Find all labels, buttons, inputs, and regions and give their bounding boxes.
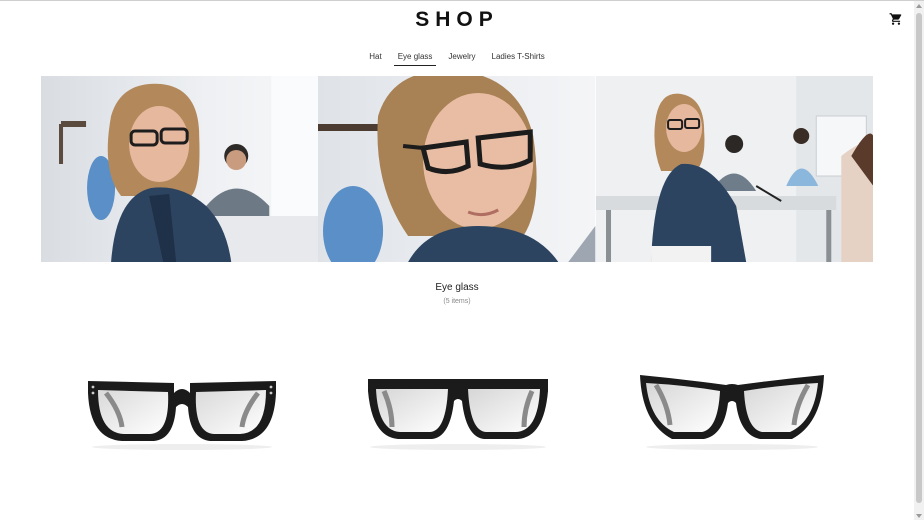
tab-hat[interactable]: Hat (361, 52, 389, 66)
shopping-cart-icon[interactable] (889, 12, 903, 26)
page-scrollbar[interactable] (914, 1, 924, 520)
banner (41, 76, 873, 262)
scroll-up-icon[interactable] (916, 4, 922, 8)
scrollbar-thumb[interactable] (916, 13, 922, 503)
banner-image-office (41, 76, 319, 262)
scroll-down-icon[interactable] (916, 514, 922, 518)
tab-jewelry[interactable]: Jewelry (440, 52, 483, 66)
product-rectangular-glasses-image[interactable] (82, 363, 282, 453)
banner-image-closeup (318, 76, 596, 262)
tab-eye-glass[interactable]: Eye glass (390, 52, 441, 66)
item-count: (5 items) (443, 298, 471, 305)
banner-image-meeting (595, 76, 873, 262)
product-cat-eye-glasses-image[interactable] (632, 363, 832, 453)
tab-ladies-t-shirts[interactable]: Ladies T-Shirts (484, 52, 553, 66)
shop-page: SHOP Hat Eye glass Jewelry Ladies T-Shir… (0, 0, 924, 520)
category-title: Eye glass (435, 282, 479, 293)
product-wayfarer-glasses-image[interactable] (358, 363, 558, 453)
shop-logo[interactable]: SHOP (0, 8, 914, 32)
category-tabs: Hat Eye glass Jewelry Ladies T-Shirts (0, 52, 914, 66)
